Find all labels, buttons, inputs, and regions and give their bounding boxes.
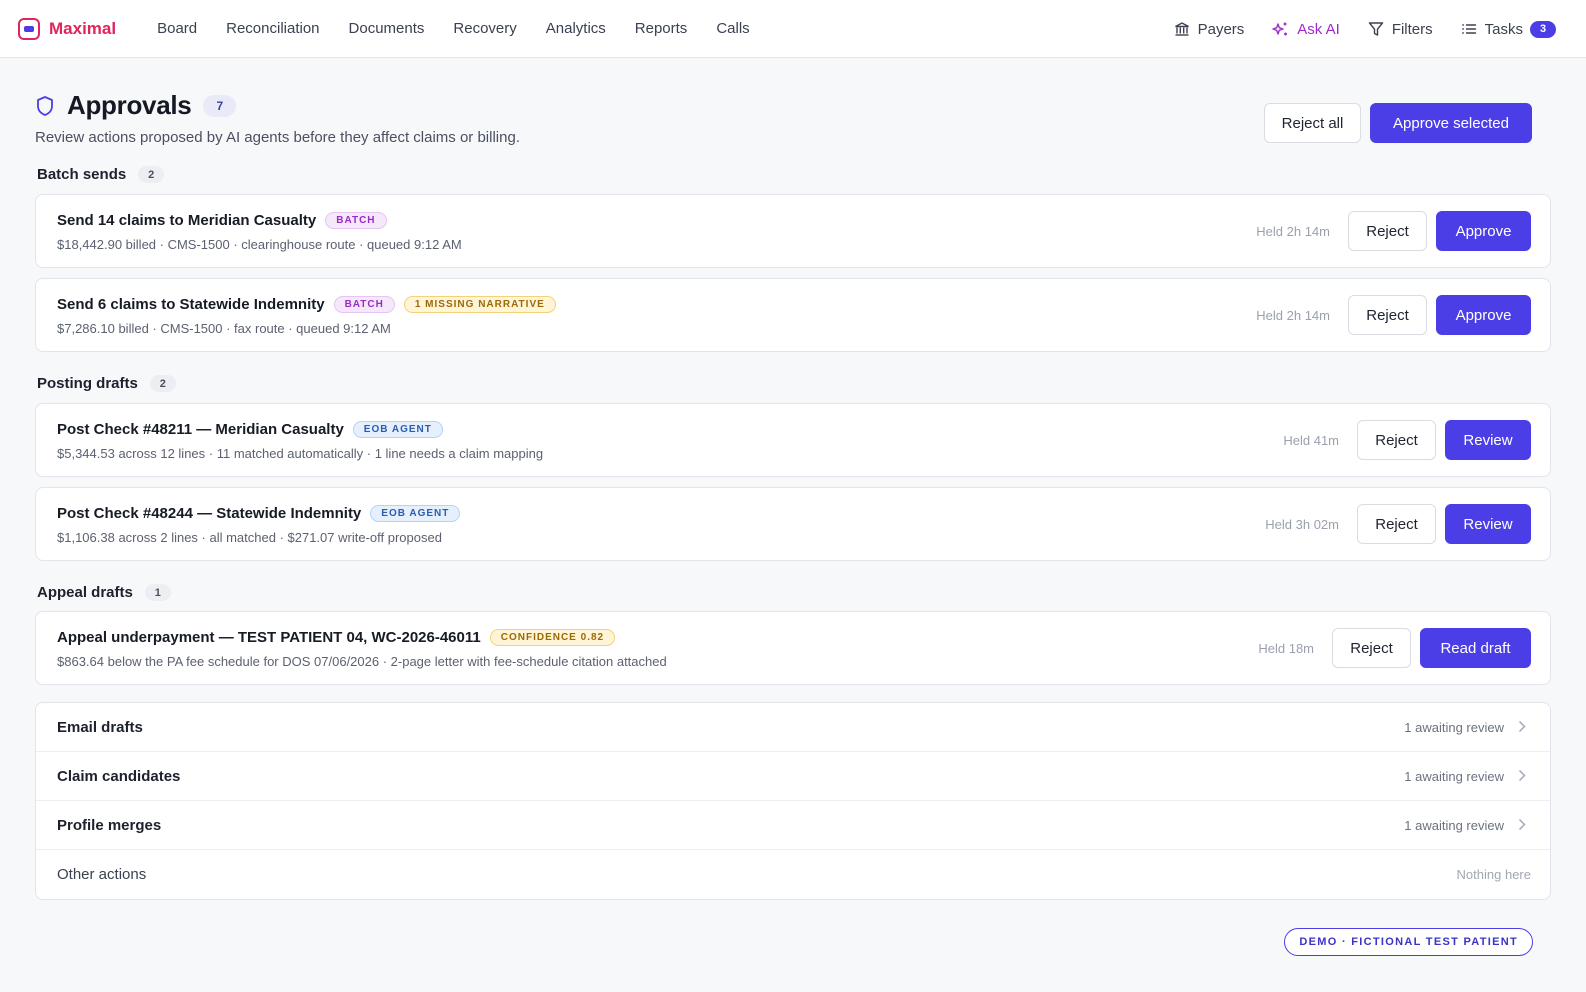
header-actions: Reject all Approve selected <box>1264 103 1532 143</box>
section-count: 2 <box>138 166 165 183</box>
batch-tag: BATCH <box>325 212 387 229</box>
list-item-claim-candidates[interactable]: Claim candidates 1 awaiting review <box>36 752 1550 801</box>
section-appeal-drafts: Appeal drafts 1 <box>37 584 171 601</box>
confidence-tag: CONFIDENCE 0.82 <box>489 629 616 646</box>
section-label: Batch sends <box>37 166 127 183</box>
brand[interactable]: Maximal <box>18 17 117 40</box>
page-header: Approvals 7 Review actions proposed by A… <box>35 90 520 146</box>
main-nav: Board Reconciliation Documents Recovery … <box>128 20 750 37</box>
card-title: Send 6 claims to Statewide Indemnity <box>57 296 325 313</box>
ask-ai-label: Ask AI <box>1297 20 1340 38</box>
held-time: Held 2h 14m <box>1256 223 1330 239</box>
section-count: 1 <box>144 584 171 601</box>
card-detail: $863.64 below the PA fee schedule for DO… <box>57 654 667 669</box>
card-detail: $5,344.53 across 12 lines · 11 matched a… <box>57 446 544 461</box>
top-nav-bar: Maximal Board Reconciliation Documents R… <box>0 0 1586 58</box>
shield-icon <box>37 95 53 116</box>
approve-selected-button[interactable]: Approve selected <box>1370 103 1532 143</box>
list-item-label: Profile merges <box>57 816 162 834</box>
tasks-button[interactable]: Tasks 3 <box>1461 20 1556 38</box>
card-detail: $7,286.10 billed · CMS-1500 · fax route … <box>57 321 391 336</box>
ask-ai-button[interactable]: Ask AI <box>1272 21 1340 38</box>
held-time: Held 2h 14m <box>1256 307 1330 323</box>
filters-button[interactable]: Filters <box>1368 21 1433 38</box>
read-draft-button[interactable]: Read draft <box>1420 628 1531 668</box>
list-item-status: Nothing here <box>1456 867 1531 882</box>
tasks-label: Tasks <box>1484 20 1523 38</box>
list-item-status: 1 awaiting review <box>1404 719 1504 735</box>
nav-reconciliation[interactable]: Reconciliation <box>226 20 319 37</box>
nav-recovery[interactable]: Recovery <box>453 20 516 37</box>
held-time: Held 18m <box>1258 640 1314 656</box>
nav-documents[interactable]: Documents <box>349 20 425 37</box>
batch-tag: BATCH <box>333 296 395 313</box>
payers-button[interactable]: Payers <box>1174 20 1245 38</box>
approve-button[interactable]: Approve <box>1436 295 1531 335</box>
reject-button[interactable]: Reject <box>1357 420 1436 460</box>
reject-button[interactable]: Reject <box>1348 211 1427 251</box>
approvals-count-badge: 7 <box>203 94 237 117</box>
list-item-label: Claim candidates <box>57 767 181 785</box>
held-time: Held 41m <box>1283 432 1339 448</box>
list-item-other-actions: Other actions Nothing here <box>36 850 1550 899</box>
other-approvals-list: Email drafts 1 awaiting review Claim can… <box>35 702 1551 900</box>
nav-reports[interactable]: Reports <box>635 20 688 37</box>
review-button[interactable]: Review <box>1445 420 1531 460</box>
tasks-count-badge: 3 <box>1530 20 1556 38</box>
approval-card: Send 14 claims to Meridian Casualty BATC… <box>35 194 1551 268</box>
chevron-right-icon <box>1518 769 1526 782</box>
demo-badge: DEMO · FICTIONAL TEST PATIENT <box>1284 928 1533 956</box>
nav-board[interactable]: Board <box>157 20 197 37</box>
bank-icon <box>1174 22 1189 36</box>
chevron-right-icon <box>1518 720 1526 733</box>
nav-calls[interactable]: Calls <box>716 20 749 37</box>
page-title: Approvals <box>67 90 192 120</box>
card-title: Send 14 claims to Meridian Casualty <box>57 212 317 229</box>
card-detail: $1,106.38 across 2 lines · all matched ·… <box>57 530 442 545</box>
eob-agent-tag: EOB AGENT <box>352 421 443 438</box>
list-item-status: 1 awaiting review <box>1404 817 1504 833</box>
filters-label: Filters <box>1391 20 1433 38</box>
approve-button[interactable]: Approve <box>1436 211 1531 251</box>
list-item-label: Other actions <box>57 866 147 883</box>
approval-card: Appeal underpayment — TEST PATIENT 04, W… <box>35 611 1551 685</box>
reject-button[interactable]: Reject <box>1348 295 1427 335</box>
list-item-status: 1 awaiting review <box>1404 768 1504 784</box>
approval-card: Send 6 claims to Statewide Indemnity BAT… <box>35 278 1551 352</box>
held-time: Held 3h 02m <box>1265 516 1339 532</box>
approval-card: Post Check #48211 — Meridian Casualty EO… <box>35 403 1551 477</box>
brand-name: Maximal <box>49 18 117 38</box>
list-icon <box>1461 24 1476 34</box>
list-item-profile-merges[interactable]: Profile merges 1 awaiting review <box>36 801 1550 850</box>
chevron-right-icon <box>1518 818 1526 831</box>
brand-logo-icon <box>18 17 40 40</box>
list-item-label: Email drafts <box>57 718 143 736</box>
section-posting-drafts: Posting drafts 2 <box>37 375 176 392</box>
section-batch-sends: Batch sends 2 <box>37 166 165 183</box>
page-subtitle: Review actions proposed by AI agents bef… <box>35 129 520 146</box>
payers-label: Payers <box>1197 20 1245 38</box>
section-count: 2 <box>149 375 176 392</box>
reject-button[interactable]: Reject <box>1357 504 1436 544</box>
sparkle-icon <box>1272 22 1288 35</box>
missing-narrative-tag: 1 MISSING NARRATIVE <box>403 296 556 313</box>
approval-card: Post Check #48244 — Statewide Indemnity … <box>35 487 1551 561</box>
nav-right: Payers Ask AI Filters Tasks 3 <box>1146 0 1556 58</box>
card-title: Appeal underpayment — TEST PATIENT 04, W… <box>57 629 481 646</box>
card-title: Post Check #48211 — Meridian Casualty <box>57 421 344 438</box>
eob-agent-tag: EOB AGENT <box>370 505 461 522</box>
filter-icon <box>1368 22 1384 36</box>
list-item-email-drafts[interactable]: Email drafts 1 awaiting review <box>36 703 1550 752</box>
section-label: Appeal drafts <box>37 584 133 601</box>
card-detail: $18,442.90 billed · CMS-1500 · clearingh… <box>57 237 462 252</box>
reject-button[interactable]: Reject <box>1332 628 1411 668</box>
reject-all-button[interactable]: Reject all <box>1264 103 1361 143</box>
nav-analytics[interactable]: Analytics <box>546 20 606 37</box>
card-title: Post Check #48244 — Statewide Indemnity <box>57 505 362 522</box>
review-button[interactable]: Review <box>1445 504 1531 544</box>
section-label: Posting drafts <box>37 375 138 392</box>
